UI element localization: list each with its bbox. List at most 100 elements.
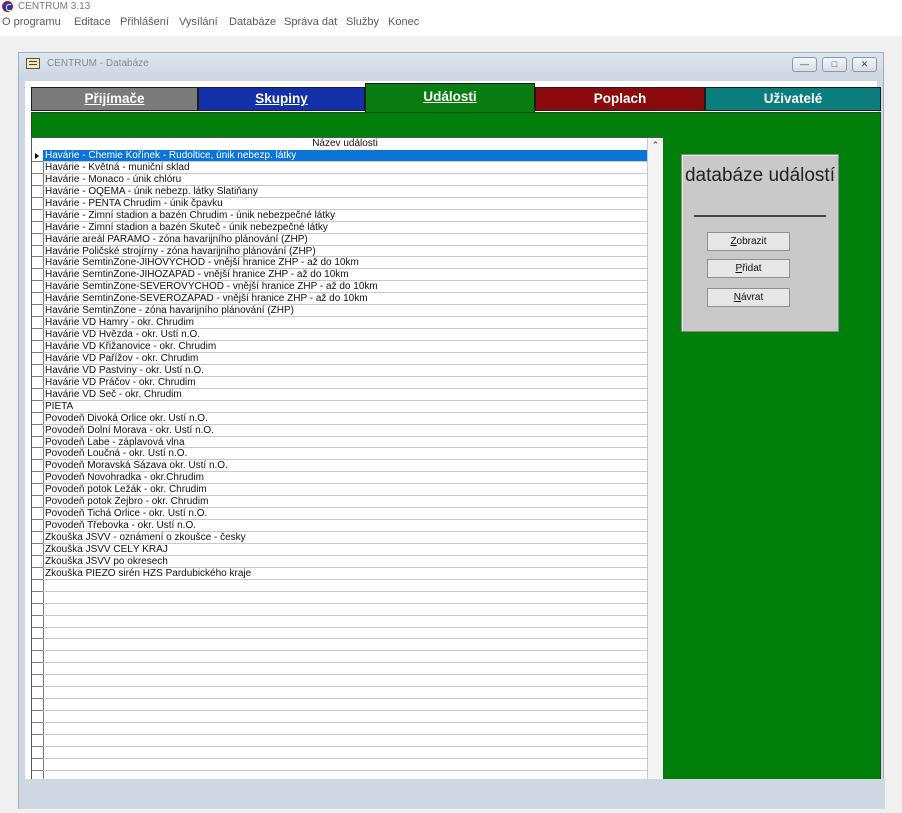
pridat-button[interactable]: Přidat (707, 259, 790, 278)
row-indicator[interactable] (32, 329, 43, 341)
row-indicator[interactable] (32, 222, 43, 234)
close-button[interactable]: ✕ (852, 57, 877, 72)
row-indicator[interactable] (32, 365, 43, 377)
table-row[interactable]: Havárie SemtinZone-JIHOVÝCHOD - vnější h… (43, 257, 647, 270)
table-row[interactable]: Havárie VD Práčov - okr. Chrudim (43, 377, 647, 389)
table-row[interactable] (43, 711, 647, 723)
table-row[interactable]: Havárie SemtinZone - zóna havarijního pl… (43, 305, 647, 318)
table-row[interactable]: Havárie - Zimní stadion a bazén Skuteč -… (43, 222, 647, 234)
table-row[interactable] (43, 663, 647, 676)
table-row[interactable]: Havárie - Monaco - únik chlóru (43, 174, 647, 186)
vertical-scrollbar[interactable]: ⌃ ⌄ (647, 138, 663, 806)
zobrazit-button[interactable]: Zobrazit (707, 232, 790, 251)
menu-sprava-dat[interactable]: Správa dat (284, 16, 337, 28)
table-row[interactable]: Povodeň Novohradka - okr.Chrudim (43, 472, 647, 485)
row-indicator[interactable] (32, 711, 43, 723)
table-row[interactable] (43, 687, 647, 700)
row-indicator[interactable] (32, 496, 43, 509)
row-indicator[interactable] (32, 305, 43, 318)
table-row[interactable]: Povodeň Moravská Sázava okr. Ústí n.O. (43, 460, 647, 473)
row-indicator[interactable] (32, 568, 43, 580)
table-row[interactable]: Zkouška PIEZO sirén HZS Pardubického kra… (43, 568, 647, 580)
table-row[interactable]: PIETA (43, 401, 647, 413)
table-row[interactable]: Havárie VD Hamry - okr. Chrudim (43, 317, 647, 330)
row-indicator[interactable] (32, 425, 43, 437)
tab-uzivatele[interactable]: Uživatelé (705, 87, 881, 111)
table-row[interactable]: Havárie VD Křižanovice - okr. Chrudim (43, 341, 647, 353)
table-row[interactable]: Havárie VD Seč - okr. Chrudim (43, 389, 647, 401)
table-row[interactable] (43, 759, 647, 771)
row-indicator[interactable] (32, 210, 43, 222)
menu-o-programu[interactable]: O programu (2, 16, 61, 28)
table-row[interactable] (43, 735, 647, 747)
tab-poplach[interactable]: Poplach (535, 87, 705, 111)
table-row[interactable]: Havárie SemtinZone-SEVEROVÝCHOD - vnější… (43, 281, 647, 294)
menu-konec[interactable]: Konec (388, 16, 419, 28)
maximize-button[interactable]: □ (822, 57, 847, 72)
row-indicator[interactable] (32, 592, 43, 604)
row-indicator[interactable] (32, 639, 43, 652)
row-indicator[interactable] (32, 341, 43, 353)
row-indicator[interactable] (32, 759, 43, 771)
table-row[interactable] (43, 628, 647, 640)
row-indicator[interactable] (32, 317, 43, 330)
row-indicator[interactable] (32, 293, 43, 306)
menu-databaze[interactable]: Databáze (229, 16, 276, 28)
table-row[interactable]: Povodeň Dolní Morava - okr. Ústí n.O. (43, 425, 647, 437)
table-row[interactable] (43, 675, 647, 688)
row-indicator[interactable] (32, 389, 43, 401)
menu-vysilani[interactable]: Vysílání (179, 16, 218, 28)
table-row[interactable]: Havárie areál PARAMO - zóna havarijního … (43, 234, 647, 246)
row-indicator[interactable] (32, 604, 43, 616)
table-row[interactable] (43, 604, 647, 616)
row-indicator[interactable] (32, 651, 43, 664)
table-row[interactable]: Povodeň Divoká Orlice okr. Ústí n.O. (43, 413, 647, 425)
row-indicator[interactable] (32, 413, 43, 425)
table-row[interactable]: Havárie Poličské strojírny - zóna havari… (43, 246, 647, 258)
minimize-button[interactable]: — (792, 57, 817, 72)
row-indicator[interactable] (32, 628, 43, 640)
row-indicator[interactable] (32, 747, 43, 759)
tab-udalosti[interactable]: Události (365, 83, 535, 112)
table-row[interactable]: Povodeň Tichá Orlice - okr. Ústí n.O. (43, 508, 647, 521)
table-row[interactable]: Havárie - OQEMA - únik nebezp. látky Sla… (43, 186, 647, 198)
navrat-button[interactable]: Návrat (707, 288, 790, 307)
row-indicator[interactable] (32, 257, 43, 270)
row-indicator[interactable] (32, 246, 43, 258)
tab-skupiny[interactable]: Skupiny (198, 87, 365, 111)
row-indicator[interactable] (32, 198, 43, 210)
table-row[interactable] (43, 723, 647, 735)
row-indicator[interactable] (32, 186, 43, 198)
row-indicator[interactable] (32, 484, 43, 497)
row-indicator[interactable] (32, 508, 43, 521)
table-row[interactable]: Povodeň potok Žejbro - okr. Chrudim (43, 496, 647, 509)
table-row[interactable] (43, 580, 647, 592)
table-row[interactable] (43, 592, 647, 604)
current-row-arrow-icon[interactable] (32, 150, 43, 162)
menu-editace[interactable]: Editace (74, 16, 111, 28)
row-indicator[interactable] (32, 580, 43, 592)
table-row[interactable]: Povodeň Loučná - okr. Ústí n.O. (43, 448, 647, 461)
row-indicator[interactable] (32, 556, 43, 568)
row-indicator[interactable] (32, 699, 43, 712)
table-row[interactable]: Havárie - Květná - muniční sklad (43, 162, 647, 174)
table-row[interactable]: Povodeň Třebovka - okr. Ústí n.O. (43, 520, 647, 532)
row-indicator[interactable] (32, 520, 43, 532)
table-row[interactable]: Havárie VD Pastviny - okr. Ústí n.O. (43, 365, 647, 377)
table-row[interactable]: Havárie - Chemie Kořínek - Rudoltice, ún… (43, 150, 647, 162)
row-indicator[interactable] (32, 234, 43, 246)
row-indicator[interactable] (32, 174, 43, 186)
menu-prihlaseni[interactable]: Přihlášení (120, 16, 169, 28)
table-row[interactable] (43, 639, 647, 652)
row-indicator[interactable] (32, 616, 43, 628)
row-indicator[interactable] (32, 460, 43, 473)
menu-sluzby[interactable]: Služby (346, 16, 379, 28)
row-indicator[interactable] (32, 663, 43, 676)
table-row[interactable]: Zkouška JSVV - oznámení o zkoušce - česk… (43, 532, 647, 544)
row-indicator[interactable] (32, 723, 43, 735)
table-row[interactable]: Havárie VD Pařížov - okr. Chrudim (43, 353, 647, 365)
table-row[interactable] (43, 651, 647, 664)
row-indicator[interactable] (32, 687, 43, 700)
table-row[interactable]: Havárie SemtinZone-SEVEROZÁPAD - vnější … (43, 293, 647, 306)
tab-prijimace[interactable]: Přijímače (31, 87, 198, 111)
